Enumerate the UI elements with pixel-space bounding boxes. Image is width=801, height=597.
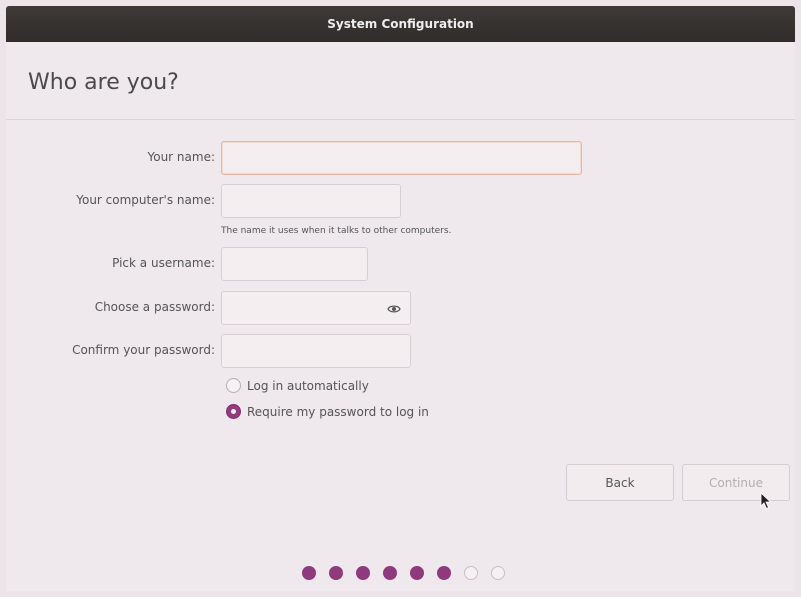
require-password-label: Require my password to log in [247,404,429,419]
radio-unselected[interactable] [226,378,241,393]
progress-dot-pending [491,566,505,580]
radio-selected[interactable] [226,404,241,419]
progress-dot-complete [383,566,397,580]
require-password-option[interactable]: Require my password to log in [226,404,429,419]
back-button[interactable]: Back [566,464,674,501]
progress-dot-complete [302,566,316,580]
login-automatically-option[interactable]: Log in automatically [226,378,369,393]
eye-icon[interactable] [387,302,401,316]
progress-dots [302,566,505,580]
your-name-field[interactable] [221,141,582,175]
progress-dot-pending [464,566,478,580]
your-name-label: Your name: [147,150,215,164]
confirm-password-field[interactable] [221,334,411,368]
progress-dot-complete [410,566,424,580]
password-field[interactable] [221,291,411,325]
confirm-password-label: Confirm your password: [72,343,215,357]
progress-dot-complete [356,566,370,580]
username-field[interactable] [221,247,368,281]
continue-button[interactable]: Continue [682,464,790,501]
heading-divider [6,119,795,120]
progress-dot-complete [329,566,343,580]
computer-name-hint: The name it uses when it talks to other … [221,226,452,236]
computer-name-field[interactable] [221,184,401,218]
computer-name-label: Your computer's name: [76,193,215,207]
username-label: Pick a username: [112,256,215,270]
window-title: System Configuration [327,17,474,31]
progress-dot-complete [437,566,451,580]
password-label: Choose a password: [94,300,215,314]
page-heading: Who are you? [28,70,179,95]
login-automatically-label: Log in automatically [247,378,369,393]
mouse-cursor-icon [760,492,772,510]
title-bar: System Configuration [6,6,795,42]
